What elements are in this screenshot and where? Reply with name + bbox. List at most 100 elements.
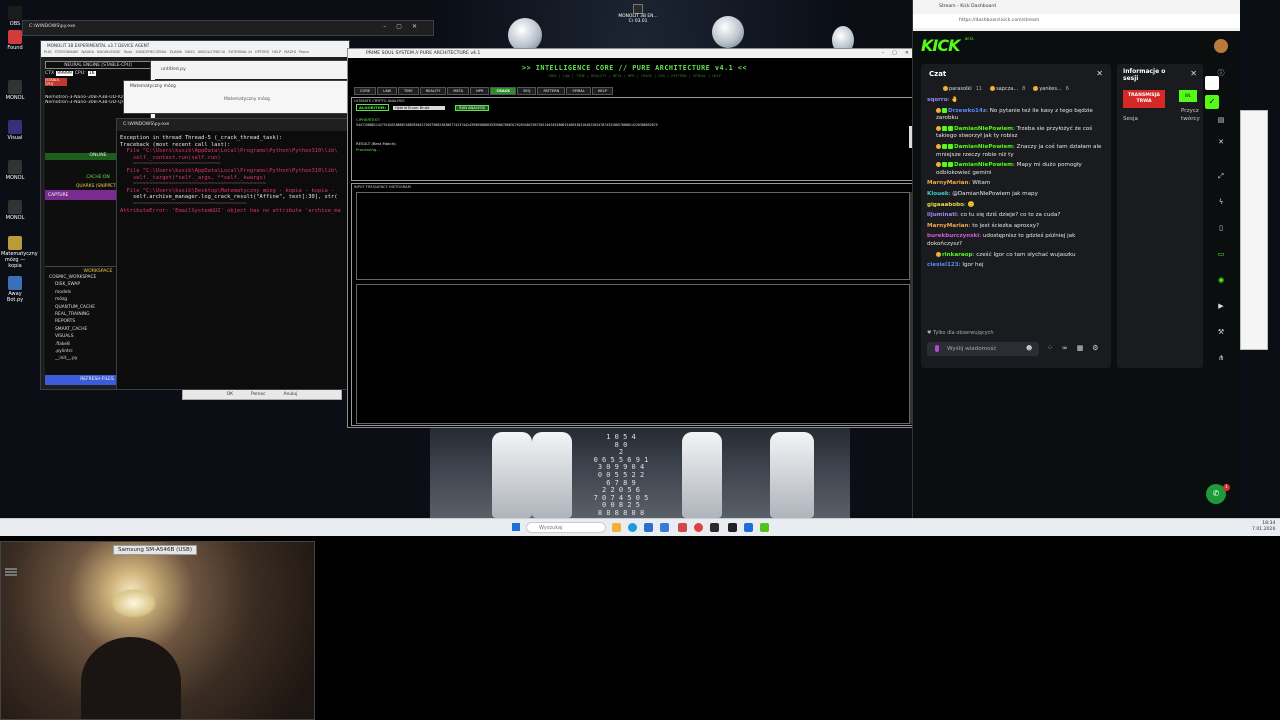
mic-icon[interactable] bbox=[935, 345, 939, 352]
desktop-icon[interactable]: MONOL bbox=[1, 200, 29, 221]
vscode-icon[interactable] bbox=[744, 523, 753, 532]
taskbar: Wyszukaj 18:34 7.01.2026 bbox=[0, 518, 1280, 536]
kick-app-icon[interactable] bbox=[760, 523, 769, 532]
chat-username[interactable]: rinkaraop bbox=[942, 252, 973, 258]
tab-meta[interactable]: META bbox=[447, 87, 470, 95]
menu-item[interactable]: EXTERNAL AI bbox=[228, 50, 251, 57]
chat-username[interactable]: Klouek bbox=[927, 191, 949, 197]
kick-url-bar[interactable]: https://dashboard.kick.com/stream bbox=[913, 14, 1240, 28]
tab-time[interactable]: TIME bbox=[398, 87, 419, 95]
chat-username[interactable]: sqorro bbox=[927, 97, 948, 103]
chat-username[interactable]: gigaaabobo bbox=[927, 202, 964, 208]
chat-username[interactable]: Drzewko14z bbox=[948, 108, 986, 114]
menu-item[interactable]: MAZHI bbox=[284, 50, 296, 57]
obs-icon[interactable] bbox=[710, 523, 719, 532]
desktop-icon[interactable]: MONOL bbox=[1, 80, 29, 101]
share-icon[interactable]: ⋔ bbox=[1212, 354, 1230, 364]
menu-item[interactable]: ABSOLUTNECIA bbox=[198, 50, 226, 57]
broadcast-icon[interactable]: ◉ bbox=[1212, 276, 1230, 286]
tab-spiral[interactable]: SPIRAL bbox=[566, 87, 591, 95]
edge-icon[interactable] bbox=[628, 523, 637, 532]
menu-item[interactable]: Tools bbox=[124, 50, 133, 57]
chat-username[interactable]: burekburczynski bbox=[927, 233, 979, 239]
document-icon[interactable]: ▯ bbox=[1212, 224, 1230, 234]
console-line: Traceback (most recent call last): bbox=[120, 141, 231, 148]
mail-icon[interactable] bbox=[660, 523, 669, 532]
menu-item[interactable]: ZŁAMA bbox=[170, 50, 183, 57]
menu-icon[interactable] bbox=[5, 568, 17, 570]
top-chatter[interactable]: yankes... 6 bbox=[1033, 86, 1069, 92]
menu-item[interactable]: PLIK bbox=[44, 50, 52, 57]
bolt-icon[interactable]: ϟ bbox=[1212, 198, 1230, 208]
desktop-icon[interactable]: Matematyczny mózg — kopia bbox=[1, 236, 38, 269]
store-icon[interactable] bbox=[644, 523, 653, 532]
top-chatter[interactable]: sapcza... 8 bbox=[990, 86, 1025, 92]
check-icon[interactable]: ✓ bbox=[1205, 95, 1219, 109]
desktop-icon-monolit[interactable]: MONOLIT 3B EN... Cr 03.01 bbox=[618, 4, 658, 24]
cpu-input[interactable]: 16 bbox=[87, 71, 96, 76]
wrench-icon[interactable]: ⚒ bbox=[1212, 328, 1230, 338]
info-icon[interactable]: ⓘ bbox=[1212, 68, 1230, 78]
dialog-button[interactable]: OK bbox=[227, 392, 233, 397]
browser-small-tab[interactable]: Matematyczny mózg bbox=[124, 81, 347, 92]
tab-pattern[interactable]: PATTERN bbox=[537, 87, 566, 95]
app-icon[interactable] bbox=[678, 523, 687, 532]
algorithm-select[interactable]: Hybrid Enum Brute bbox=[393, 105, 446, 110]
taskbar-search[interactable]: Wyszukaj bbox=[526, 522, 606, 533]
chat-username[interactable]: MarnyMarian bbox=[927, 223, 969, 229]
chat-username[interactable]: DamianNiePowiem bbox=[954, 144, 1013, 150]
desktop-icon[interactable]: MONOL bbox=[1, 160, 29, 181]
menu-item[interactable]: STEROWANIE bbox=[55, 50, 79, 57]
chat-username[interactable]: MarnyMarian bbox=[927, 180, 969, 186]
menu-item[interactable]: NASS bbox=[185, 50, 195, 57]
window-controls[interactable]: –▢✕ bbox=[383, 23, 427, 30]
kick-logo[interactable]: KICK bbox=[921, 36, 960, 55]
menu-item[interactable]: ZABEZPIECZENIA bbox=[135, 50, 166, 57]
tab-help[interactable]: HELP bbox=[591, 87, 613, 95]
tab-reality[interactable]: REALITY bbox=[419, 87, 447, 95]
chat-username[interactable]: lijuminati bbox=[927, 212, 957, 218]
menu-item[interactable]: Poprz bbox=[299, 50, 309, 57]
chat-username[interactable]: DamianNiePowiem bbox=[954, 126, 1013, 132]
chat-icon[interactable]: ▭ bbox=[1212, 250, 1230, 260]
chat-messages: sqorro: 🤚 Drzewko14z: No pytanie też ile … bbox=[921, 97, 1111, 273]
avatar[interactable] bbox=[1214, 39, 1228, 53]
desktop-icon-label: MONOL bbox=[5, 95, 25, 101]
desktop-icon[interactable]: Away Bot.py bbox=[1, 276, 29, 303]
close-icon[interactable]: ✕ bbox=[1096, 69, 1103, 78]
close-icon[interactable]: ✕ bbox=[1212, 138, 1230, 148]
video-icon[interactable]: ▶ bbox=[1212, 302, 1230, 312]
emoji-icon[interactable]: ☻ bbox=[1026, 345, 1032, 352]
start-icon[interactable] bbox=[512, 523, 520, 531]
terminal-icon[interactable] bbox=[728, 523, 737, 532]
menu-item[interactable]: NAUKA bbox=[82, 50, 95, 57]
menu-item[interactable]: KNOWLEDGE bbox=[97, 50, 121, 57]
menu-item[interactable]: HELP bbox=[272, 50, 281, 57]
top-chatter-count: 11 bbox=[975, 86, 983, 92]
chrome-icon[interactable] bbox=[694, 523, 703, 532]
tab-law[interactable]: LAW bbox=[377, 87, 398, 95]
chat-tools-icons[interactable]: ⁘∞▦⚙ bbox=[1047, 344, 1108, 352]
dialog-button[interactable]: Pomoc bbox=[251, 392, 266, 397]
tab-crack[interactable]: CRACK bbox=[490, 87, 517, 95]
expand-icon[interactable]: ⤢ bbox=[1212, 172, 1230, 182]
close-icon[interactable]: ✕ bbox=[1190, 69, 1197, 78]
ctx-input[interactable]: 99999 bbox=[56, 71, 73, 76]
top-chatter[interactable]: parasolki 11 bbox=[943, 86, 982, 92]
menu-item[interactable]: OPTERS bbox=[255, 50, 269, 57]
dialog-button[interactable]: Anuluj bbox=[284, 392, 298, 397]
chat-username[interactable]: DamianNiePowiem bbox=[954, 162, 1013, 168]
tab-core[interactable]: CORE bbox=[354, 87, 377, 95]
tab-npr[interactable]: NPR bbox=[470, 87, 490, 95]
chat-message-input[interactable]: Wyślij wiadomość bbox=[927, 342, 1039, 356]
side-panel-tab[interactable] bbox=[1205, 76, 1219, 90]
editor-tab[interactable]: untitled.py bbox=[151, 61, 349, 78]
desktop-icon[interactable]: Visual bbox=[1, 120, 29, 141]
layout-icon[interactable]: ▤ bbox=[1212, 116, 1230, 126]
tab-seq[interactable]: SEQ bbox=[517, 87, 537, 95]
chat-username[interactable]: ciesiel123 bbox=[927, 262, 959, 268]
kick-browser-tab[interactable]: Stream - Kick Dashboard bbox=[913, 0, 1240, 14]
user-badge-icon bbox=[948, 125, 953, 131]
run-analysis-button[interactable]: RUN ANALYSIS bbox=[455, 104, 490, 111]
file-explorer-icon[interactable] bbox=[612, 523, 621, 532]
